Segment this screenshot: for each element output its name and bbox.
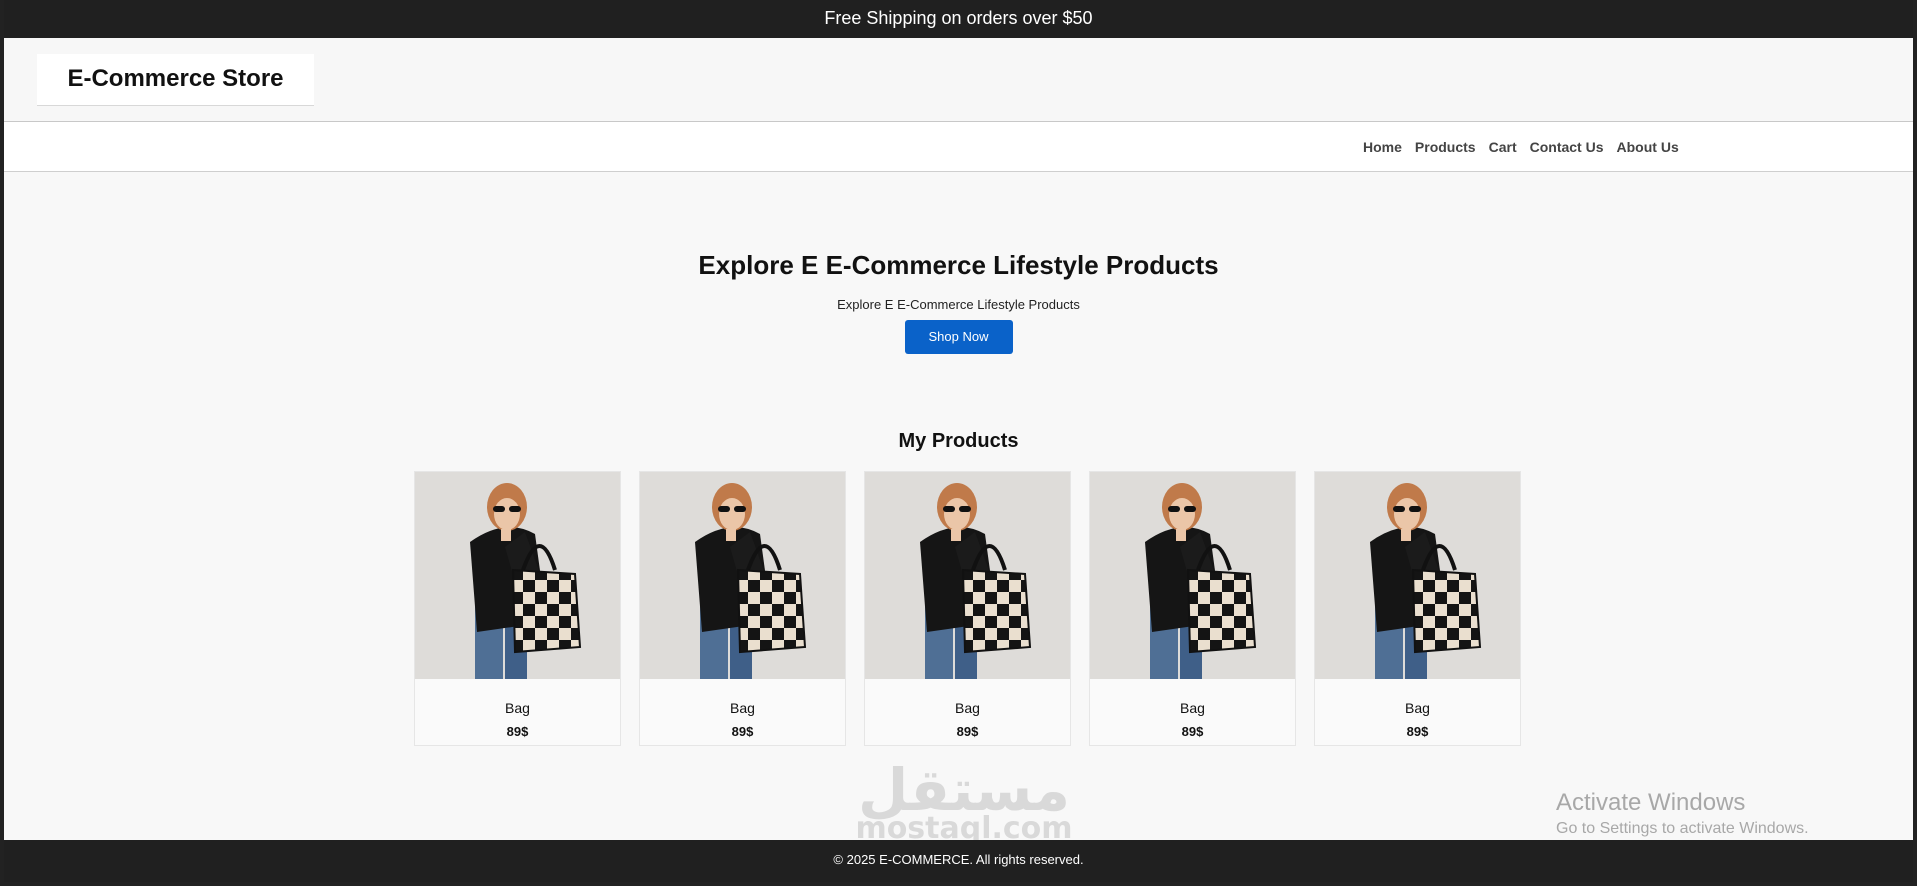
product-name: Bag (1180, 700, 1205, 716)
product-price: 89$ (731, 724, 754, 739)
product-name: Bag (505, 700, 530, 716)
nav-products[interactable]: Products (1415, 139, 1476, 155)
activate-windows-title: Activate Windows (1556, 789, 1746, 816)
hero-title: Explore E E-Commerce Lifestyle Products (698, 250, 1219, 280)
product-card[interactable]: Bag 89$ (1089, 471, 1296, 746)
product-price: 89$ (1181, 724, 1204, 739)
product-image[interactable] (415, 472, 620, 679)
page: Free Shipping on orders over $50 E-Comme… (4, 0, 1913, 882)
product-name: Bag (730, 700, 755, 716)
free-shipping-text: Free Shipping on orders over $50 (824, 8, 1093, 28)
product-price: 89$ (1406, 724, 1429, 739)
nav-cart[interactable]: Cart (1489, 139, 1517, 155)
nav-links: Home Products Cart Contact Us About Us (1363, 122, 1679, 172)
shop-now-button[interactable]: Shop Now (904, 320, 1013, 354)
product-card[interactable]: Bag 89$ (414, 471, 621, 746)
product-name: Bag (955, 700, 980, 716)
products-section-title: My Products (898, 430, 1019, 452)
nav-home[interactable]: Home (1363, 139, 1402, 155)
product-image[interactable] (1090, 472, 1295, 679)
footer: © 2025 E-COMMERCE. All rights reserved. (4, 840, 1913, 882)
product-name: Bag (1405, 700, 1430, 716)
mostaql-watermark: مستقل mostaql.com (844, 760, 1084, 844)
watermark-arabic: مستقل (857, 756, 1071, 824)
main-navbar: Home Products Cart Contact Us About Us (4, 122, 1913, 172)
free-shipping-banner: Free Shipping on orders over $50 (4, 0, 1913, 38)
hero-section: Explore E E-Commerce Lifestyle Products … (4, 250, 1913, 354)
activate-windows-overlay: Activate Windows Go to Settings to activ… (1556, 788, 1809, 840)
product-price: 89$ (956, 724, 979, 739)
activate-windows-subtitle: Go to Settings to activate Windows. (1556, 820, 1809, 837)
product-card[interactable]: Bag 89$ (864, 471, 1071, 746)
nav-about-us[interactable]: About Us (1617, 139, 1679, 155)
product-grid: Bag 89$ Bag 89$ Bag 89$ Bag 89$ Bag 89$ (414, 471, 1521, 746)
nav-contact-us[interactable]: Contact Us (1530, 139, 1604, 155)
product-card[interactable]: Bag 89$ (1314, 471, 1521, 746)
product-image[interactable] (640, 472, 845, 679)
header: E-Commerce Store (4, 38, 1913, 122)
product-price: 89$ (506, 724, 529, 739)
hero-subtitle: Explore E E-Commerce Lifestyle Products (837, 297, 1080, 312)
product-image[interactable] (865, 472, 1070, 679)
product-image[interactable] (1315, 472, 1520, 679)
store-logo[interactable]: E-Commerce Store (37, 54, 314, 106)
product-card[interactable]: Bag 89$ (639, 471, 846, 746)
footer-copyright: © 2025 E-COMMERCE. All rights reserved. (833, 852, 1084, 867)
